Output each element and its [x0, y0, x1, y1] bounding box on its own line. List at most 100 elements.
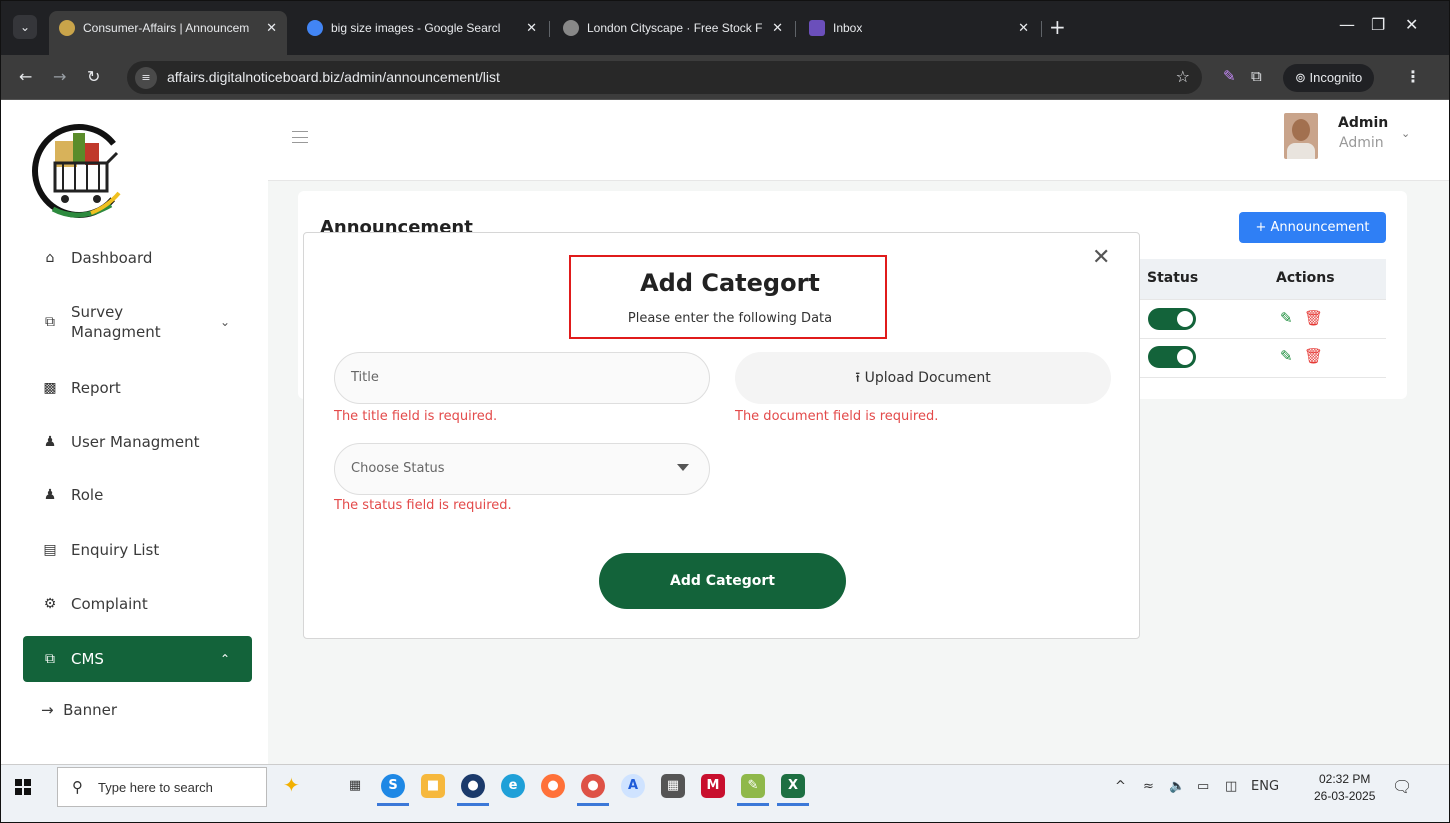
user-name: Admin: [1338, 115, 1389, 131]
sidebar-item-role[interactable]: ♟ Role: [23, 472, 252, 518]
windows-start-icon[interactable]: [15, 779, 31, 795]
close-icon[interactable]: ✕: [1092, 245, 1110, 270]
url-text: affairs.digitalnoticeboard.biz/admin/ann…: [167, 69, 500, 85]
running-indicator: [737, 803, 769, 806]
id-card-icon: ▤: [43, 542, 57, 558]
bookmark-star-icon[interactable]: ☆: [1176, 67, 1190, 86]
add-announcement-button[interactable]: + Announcement: [1239, 212, 1386, 243]
tab-title: Inbox: [833, 21, 863, 35]
gear-icon: ⚙: [43, 596, 57, 612]
browser-tab-active[interactable]: Consumer-Affairs | Announcem ✕: [49, 11, 287, 55]
new-tab-icon[interactable]: +: [1049, 17, 1066, 37]
back-icon[interactable]: ←: [19, 67, 32, 86]
sidebar-item-label: Role: [71, 486, 104, 504]
tab-close-icon[interactable]: ✕: [1018, 20, 1029, 36]
tab-close-icon[interactable]: ✕: [772, 20, 783, 36]
browser-tab[interactable]: Inbox ✕: [799, 11, 1039, 45]
chrome-icon[interactable]: ●: [581, 774, 605, 798]
google-icon: [307, 20, 323, 36]
incognito-badge[interactable]: ⊚ Incognito: [1283, 64, 1375, 92]
firefox-icon[interactable]: ●: [541, 774, 565, 798]
tab-close-icon[interactable]: ✕: [526, 20, 537, 36]
language-indicator[interactable]: ENG: [1251, 779, 1279, 794]
chevron-down-icon[interactable]: ⌄: [1401, 127, 1410, 140]
extensions-puzzle-icon[interactable]: ⧉: [1251, 67, 1262, 85]
status-toggle[interactable]: [1148, 346, 1196, 368]
hamburger-menu-icon[interactable]: [292, 131, 308, 143]
taskbar-search-input[interactable]: ⚲ Type here to search: [57, 767, 267, 807]
battery-icon[interactable]: ▭: [1197, 779, 1209, 794]
mcafee-icon[interactable]: M: [701, 774, 725, 798]
delete-icon[interactable]: 🗑: [1304, 347, 1323, 365]
title-input[interactable]: Title: [334, 352, 710, 404]
tab-title: Consumer-Affairs | Announcem: [83, 21, 250, 35]
tab-title: big size images - Google Searcl: [331, 21, 501, 35]
store-icon[interactable]: A: [621, 774, 645, 798]
topbar: Admin Admin ⌄: [268, 101, 1449, 181]
notepad-icon[interactable]: ✎: [741, 774, 765, 798]
clock-time[interactable]: 02:32 PM: [1319, 772, 1370, 786]
sidebar: ⌂ Dashboard ⧉ Survey Managment ⌄ ▩ Repor…: [1, 101, 268, 764]
clock-date[interactable]: 26-03-2025: [1314, 789, 1375, 803]
close-window-icon[interactable]: ✕: [1405, 15, 1418, 34]
extension-feather-icon[interactable]: ✎: [1223, 67, 1236, 85]
reload-icon[interactable]: ↻: [87, 67, 100, 86]
title-error: The title field is required.: [334, 409, 498, 424]
volume-icon[interactable]: 🔈: [1169, 779, 1185, 794]
avatar[interactable]: [1284, 113, 1318, 159]
sidebar-item-cms[interactable]: ⧉ CMS ⌃: [23, 636, 252, 682]
sidebar-item-label: CMS: [71, 650, 104, 668]
sidebar-item-label: Complaint: [71, 595, 148, 613]
forward-icon[interactable]: →: [53, 67, 66, 86]
restore-icon[interactable]: ❐: [1371, 15, 1385, 34]
display-icon[interactable]: ◫: [1225, 779, 1237, 794]
incognito-label: Incognito: [1309, 70, 1363, 85]
search-placeholder: Type here to search: [98, 780, 213, 795]
sidebar-item-survey-managment[interactable]: ⧉ Survey Managment ⌄: [23, 291, 252, 353]
status-select[interactable]: Choose Status: [334, 443, 710, 495]
task-view-icon[interactable]: ▦: [343, 774, 367, 798]
notification-icon[interactable]: 🗨: [1392, 777, 1412, 796]
status-toggle[interactable]: [1148, 308, 1196, 330]
browser-tab[interactable]: London Cityscape · Free Stock F ✕: [553, 11, 793, 45]
edit-icon[interactable]: ✎: [1280, 347, 1293, 365]
calculator-icon[interactable]: ▦: [661, 774, 685, 798]
upload-document-button[interactable]: ⭱ Upload Document: [735, 352, 1111, 404]
title-placeholder: Title: [351, 370, 379, 385]
edge-icon[interactable]: e: [501, 774, 525, 798]
sidebar-item-enquiry-list[interactable]: ▤ Enquiry List: [23, 527, 252, 573]
edit-icon[interactable]: ✎: [1280, 309, 1293, 327]
network-icon[interactable]: ≈: [1143, 779, 1154, 794]
sidebar-item-user-managment[interactable]: ♟ User Managment: [23, 419, 252, 465]
excel-icon[interactable]: X: [781, 774, 805, 798]
add-category-button[interactable]: Add Categort: [599, 553, 846, 609]
file-explorer-icon[interactable]: ■: [421, 774, 445, 798]
browser-tab[interactable]: big size images - Google Searcl ✕: [297, 11, 547, 45]
avatar-face: [1292, 119, 1310, 141]
copilot-sparkle-icon[interactable]: ✦: [283, 773, 300, 797]
sidebar-subitem-banner[interactable]: → Banner: [41, 701, 117, 719]
incognito-icon: ⊚: [1295, 70, 1310, 85]
copy-icon: ⧉: [45, 314, 55, 330]
role-icon: ♟: [43, 487, 57, 503]
delete-icon[interactable]: 🗑: [1304, 309, 1323, 327]
minimize-icon[interactable]: —: [1339, 15, 1355, 34]
more-options-icon[interactable]: ⋮: [1405, 67, 1421, 86]
tab-search-icon[interactable]: ⌄: [13, 15, 37, 39]
show-hidden-icons-icon[interactable]: ^: [1115, 779, 1126, 794]
tab-separator: [795, 21, 796, 37]
skype-icon[interactable]: S: [381, 774, 405, 798]
tab-close-icon[interactable]: ✕: [266, 20, 277, 36]
row-divider: [1137, 299, 1386, 300]
sidebar-item-dashboard[interactable]: ⌂ Dashboard: [23, 235, 252, 281]
sidebar-item-complaint[interactable]: ⚙ Complaint: [23, 581, 252, 627]
user-role: Admin: [1339, 135, 1384, 151]
tab-title: London Cityscape · Free Stock F: [587, 21, 763, 35]
copy-icon: ⧉: [45, 651, 55, 667]
sidebar-item-report[interactable]: ▩ Report: [23, 365, 252, 411]
eclipse-icon[interactable]: ●: [461, 774, 485, 798]
address-bar[interactable]: ≡ affairs.digitalnoticeboard.biz/admin/a…: [127, 61, 1202, 94]
modal-subtitle: Please enter the following Data: [627, 311, 833, 326]
site-info-icon[interactable]: ≡: [135, 67, 157, 89]
add-category-modal: ✕ Add Categort Please enter the followin…: [303, 232, 1140, 639]
